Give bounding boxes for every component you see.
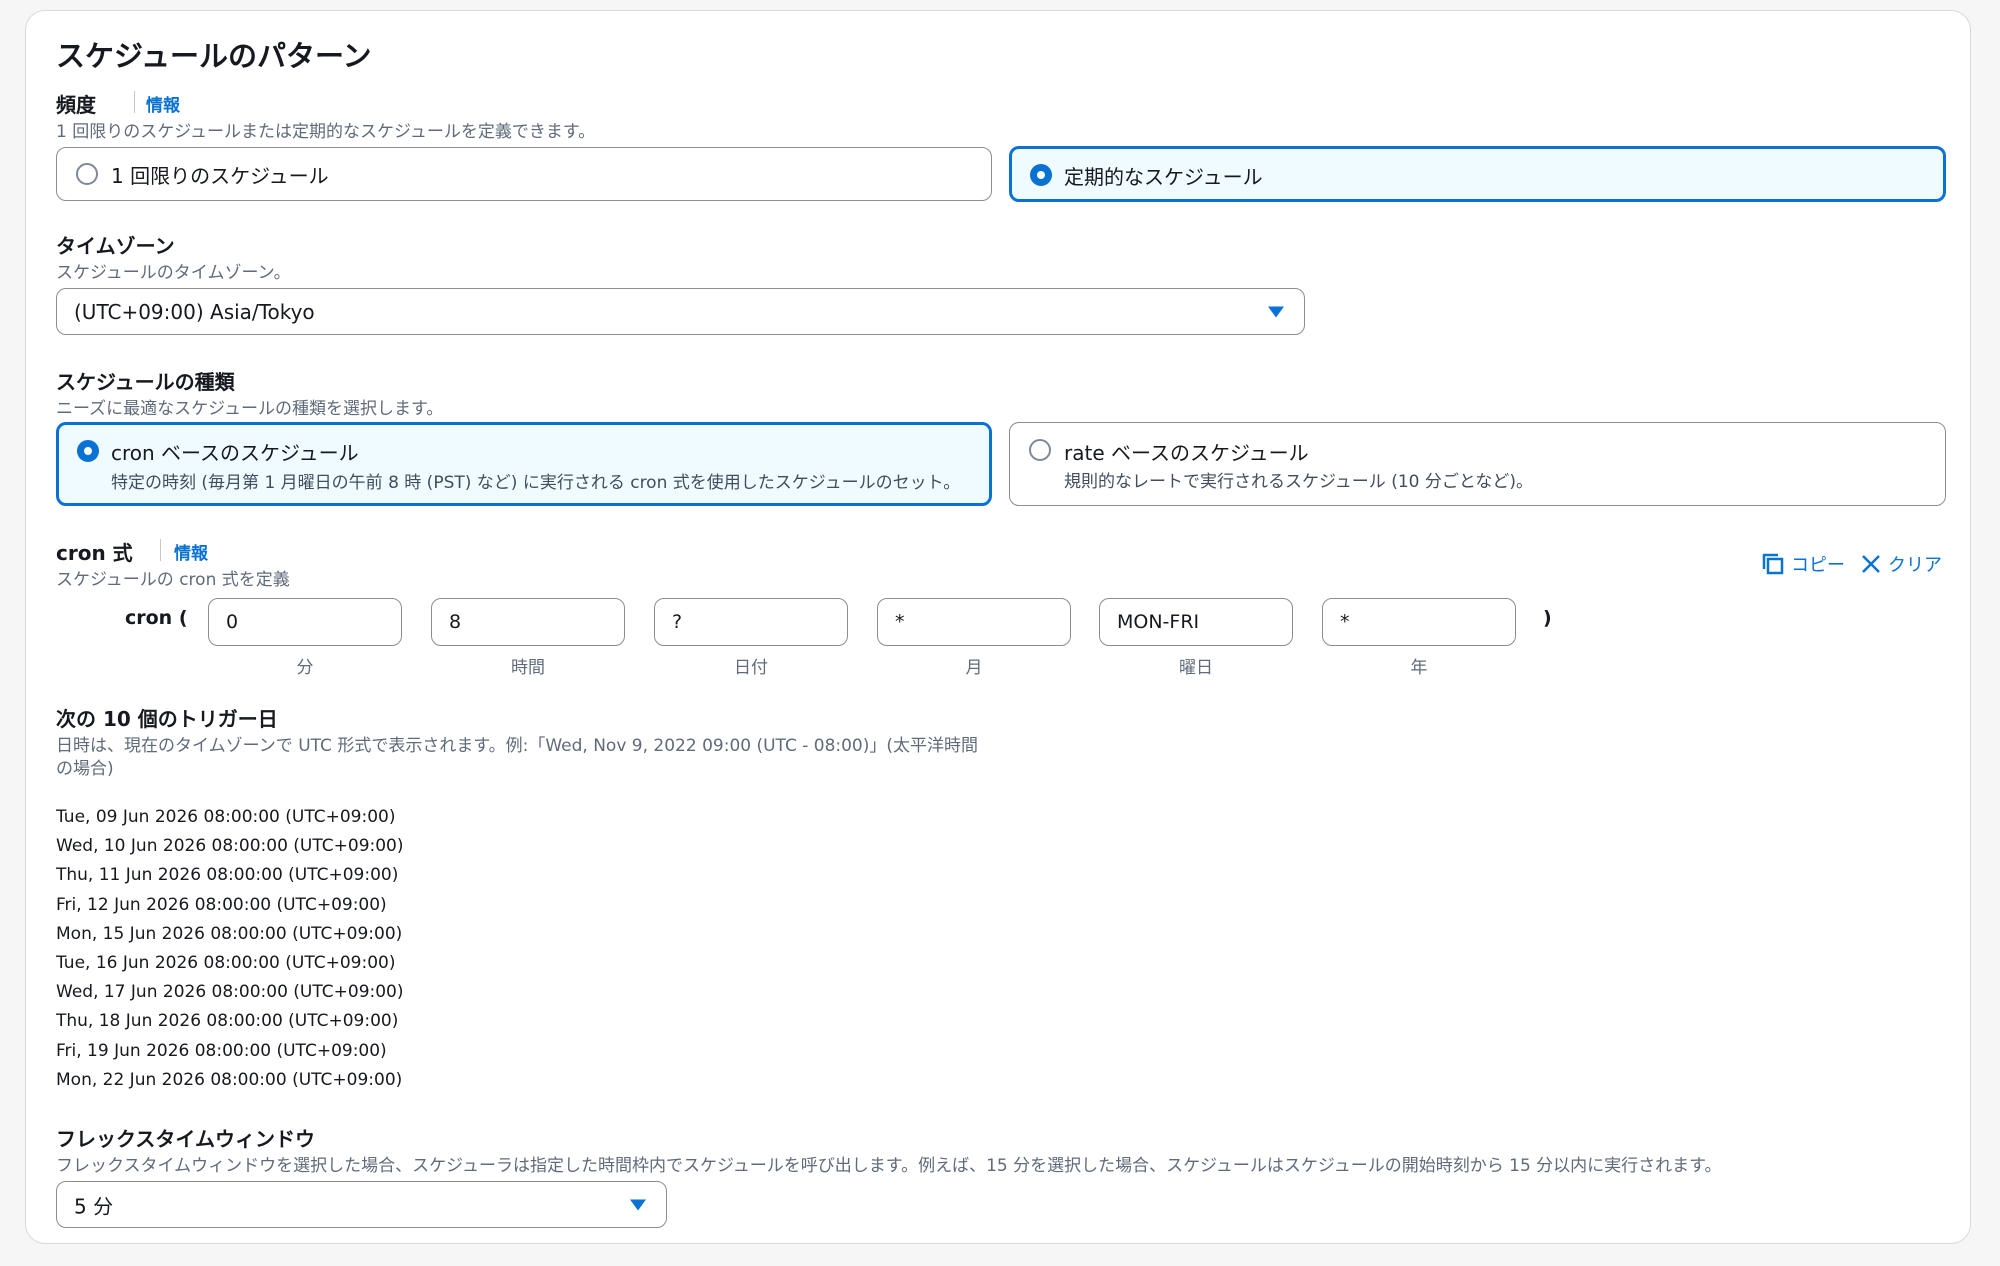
divider	[134, 91, 135, 113]
list-item: Mon, 15 Jun 2026 08:00:00 (UTC+09:00)	[56, 924, 403, 944]
trigger-dates-description-cont: の場合)	[56, 759, 114, 779]
cron-hours-input[interactable]	[431, 598, 625, 646]
schedule-pattern-panel: スケジュールのパターン 頻度 情報 1 回限りのスケジュールまたは定期的なスケジ…	[25, 10, 1971, 1244]
one-time-schedule-option[interactable]: 1 回限りのスケジュール	[56, 147, 992, 201]
list-item: Fri, 12 Jun 2026 08:00:00 (UTC+09:00)	[56, 895, 387, 915]
list-item: Tue, 16 Jun 2026 08:00:00 (UTC+09:00)	[56, 953, 396, 973]
recurring-schedule-label: 定期的なスケジュール	[1064, 165, 1263, 189]
cron-expression-description: スケジュールの cron 式を定義	[56, 570, 290, 590]
cron-based-schedule-label: cron ベースのスケジュール	[111, 441, 359, 465]
list-item: Fri, 19 Jun 2026 08:00:00 (UTC+09:00)	[56, 1041, 387, 1061]
rate-based-schedule-option[interactable]: rate ベースのスケジュール 規則的なレートで実行されるスケジュール (10 …	[1009, 422, 1946, 506]
timezone-description: スケジュールのタイムゾーン。	[56, 263, 291, 283]
divider	[160, 539, 161, 561]
timezone-value: (UTC+09:00) Asia/Tokyo	[74, 299, 315, 324]
flex-window-description: フレックスタイムウィンドウを選択した場合、スケジューラは指定した時間枠内でスケジ…	[56, 1156, 1722, 1176]
cron-minutes-label: 分	[296, 658, 314, 678]
cron-month-label: 月	[965, 658, 983, 678]
cron-day-of-week-input[interactable]	[1099, 598, 1293, 646]
schedule-type-description: ニーズに最適なスケジュールの種類を選択します。	[56, 399, 444, 419]
cron-year-label: 年	[1410, 658, 1428, 678]
radio-unchecked[interactable]	[76, 163, 98, 185]
page-title: スケジュールのパターン	[56, 39, 372, 73]
cron-expression-label: cron 式	[56, 541, 133, 565]
flex-window-select[interactable]: 5 分	[56, 1181, 667, 1228]
frequency-info-link[interactable]: 情報	[146, 91, 180, 116]
list-item: Thu, 11 Jun 2026 08:00:00 (UTC+09:00)	[56, 865, 399, 885]
cron-month-input[interactable]	[877, 598, 1071, 646]
timezone-label: タイムゾーン	[56, 234, 175, 258]
schedule-type-label: スケジュールの種類	[56, 370, 235, 394]
copy-label: コピー	[1791, 555, 1845, 576]
flex-window-value: 5 分	[74, 1194, 114, 1218]
cron-based-schedule-option[interactable]: cron ベースのスケジュール 特定の時刻 (毎月第 1 月曜日の午前 8 時 …	[56, 422, 992, 506]
radio-checked[interactable]	[1030, 164, 1052, 186]
trigger-dates-description: 日時は、現在のタイムゾーンで UTC 形式で表示されます。例:「Wed, Nov…	[56, 736, 979, 756]
caret-down-icon	[1268, 306, 1284, 317]
cron-open-paren: cron (	[125, 607, 188, 629]
trigger-dates-label: 次の 10 個のトリガー日	[56, 707, 278, 731]
list-item: Thu, 18 Jun 2026 08:00:00 (UTC+09:00)	[56, 1011, 399, 1031]
cron-day-of-week-label: 曜日	[1179, 658, 1213, 678]
list-item: Mon, 22 Jun 2026 08:00:00 (UTC+09:00)	[56, 1070, 403, 1090]
frequency-description: 1 回限りのスケジュールまたは定期的なスケジュールを定義できます。	[56, 122, 596, 142]
timezone-select[interactable]: (UTC+09:00) Asia/Tokyo	[56, 288, 1305, 335]
cron-minutes-input[interactable]	[208, 598, 402, 646]
clear-button[interactable]: クリア	[1860, 551, 1942, 577]
cron-year-input[interactable]	[1322, 598, 1516, 646]
list-item: Wed, 17 Jun 2026 08:00:00 (UTC+09:00)	[56, 982, 404, 1002]
cron-day-of-month-input[interactable]	[654, 598, 848, 646]
radio-unchecked[interactable]	[1029, 439, 1051, 461]
cron-based-schedule-description: 特定の時刻 (毎月第 1 月曜日の午前 8 時 (PST) など) に実行される…	[111, 473, 961, 493]
frequency-label: 頻度	[56, 93, 96, 117]
one-time-schedule-label: 1 回限りのスケジュール	[111, 164, 329, 188]
flex-window-label: フレックスタイムウィンドウ	[56, 1127, 315, 1151]
rate-based-schedule-label: rate ベースのスケジュール	[1064, 441, 1309, 465]
cron-close-paren: )	[1543, 607, 1552, 629]
list-item: Wed, 10 Jun 2026 08:00:00 (UTC+09:00)	[56, 836, 404, 856]
rate-based-schedule-description: 規則的なレートで実行されるスケジュール (10 分ごとなど)。	[1064, 472, 1534, 492]
cron-info-link[interactable]: 情報	[174, 539, 208, 564]
list-item: Tue, 09 Jun 2026 08:00:00 (UTC+09:00)	[56, 807, 396, 827]
clear-label: クリア	[1888, 555, 1942, 576]
caret-down-icon	[630, 1199, 646, 1210]
copy-icon	[1762, 553, 1784, 575]
cron-hours-label: 時間	[511, 658, 545, 678]
close-icon	[1862, 555, 1880, 573]
cron-day-of-month-label: 日付	[734, 658, 768, 678]
recurring-schedule-option[interactable]: 定期的なスケジュール	[1009, 146, 1946, 202]
copy-button[interactable]: コピー	[1761, 551, 1845, 577]
radio-checked[interactable]	[77, 440, 99, 462]
